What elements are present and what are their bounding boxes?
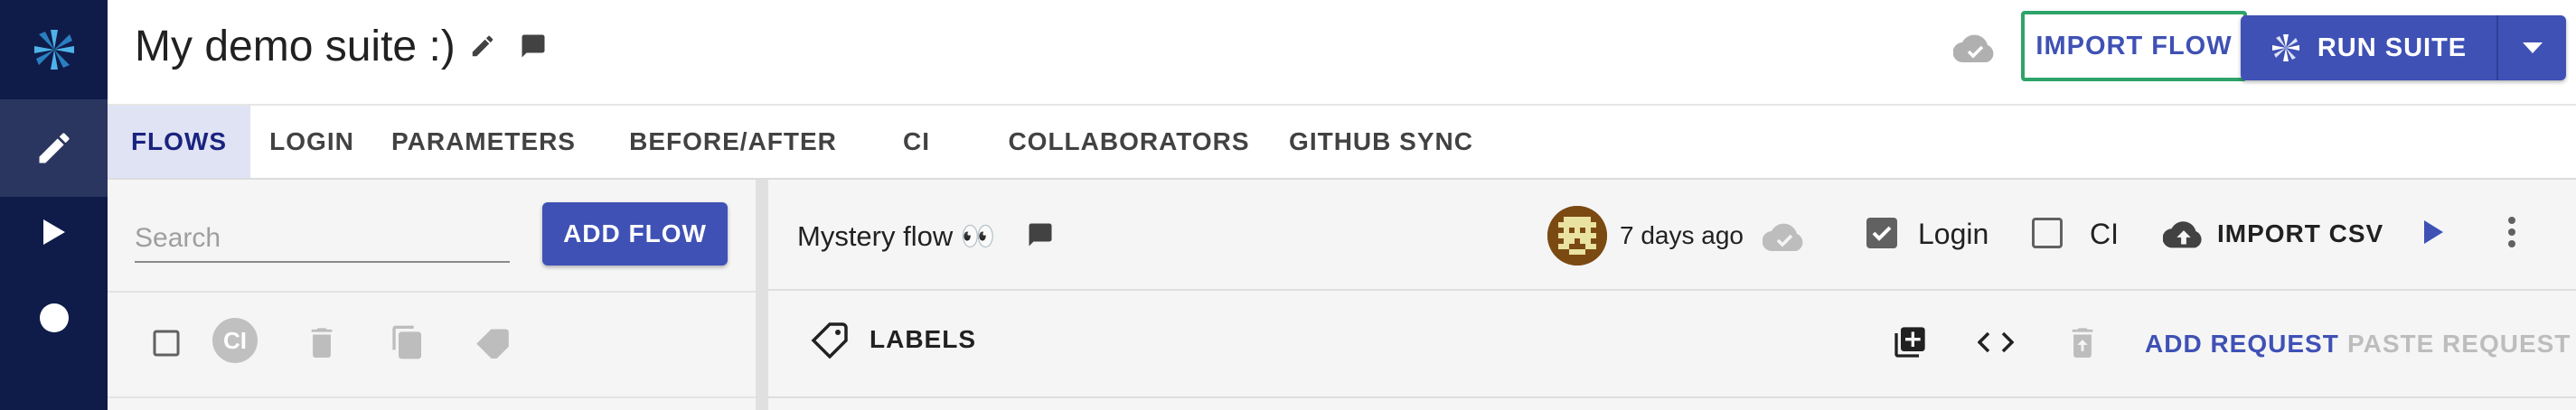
login-checkbox[interactable] (1866, 218, 1897, 248)
add-request-button[interactable]: ADD REQUEST (2145, 330, 2339, 359)
list-divider (108, 396, 760, 398)
requests-divider (768, 396, 2576, 398)
pinwheel-icon (2271, 34, 2299, 61)
add-box-icon[interactable] (1892, 324, 1928, 360)
label-outline-icon (811, 322, 848, 359)
cloud-synced-icon (1953, 33, 1997, 63)
labels-label: LABELS (870, 325, 976, 353)
tab-collaborators[interactable]: COLLABORATORS (993, 106, 1264, 178)
pencil-icon (39, 133, 70, 163)
flow-header-divider (768, 289, 2576, 291)
run-suite-label: RUN SUITE (2317, 33, 2468, 62)
cloud-upload-icon (2163, 221, 2202, 248)
toolbar-divider (108, 291, 760, 293)
play-icon (42, 219, 65, 245)
delete-request-icon[interactable] (2067, 324, 2098, 360)
sidebar-item-edit[interactable] (0, 99, 108, 197)
tab-before-after[interactable]: BEFORE/AFTER (621, 106, 845, 178)
checkmark-icon (1872, 226, 1892, 241)
app-sidebar (0, 0, 108, 410)
record-icon (39, 303, 69, 332)
last-updated-text: 7 days ago (1620, 221, 1744, 249)
search-field[interactable] (135, 216, 510, 263)
pinwheel-logo-icon[interactable] (0, 0, 108, 99)
tab-ci[interactable]: CI (876, 106, 957, 178)
duplicate-icon[interactable] (390, 324, 426, 360)
code-icon[interactable] (1978, 331, 2014, 353)
chevron-down-icon (2522, 42, 2543, 53)
ci-checkbox[interactable] (2032, 218, 2063, 248)
ci-checkbox-label[interactable]: CI (2090, 218, 2119, 251)
login-checkbox-label[interactable]: Login (1918, 218, 1988, 251)
tab-login[interactable]: LOGIN (250, 106, 373, 178)
labels-button[interactable]: LABELS (810, 321, 976, 359)
more-options-icon[interactable] (2507, 216, 2516, 248)
sidebar-item-run[interactable] (0, 197, 108, 267)
suite-title: My demo suite :) (135, 23, 456, 70)
ci-filter-badge[interactable]: CI (212, 318, 258, 363)
run-suite-main[interactable]: RUN SUITE (2241, 15, 2496, 80)
search-input[interactable] (135, 216, 510, 261)
select-all-checkbox[interactable] (153, 330, 180, 357)
comment-icon[interactable] (520, 33, 547, 60)
paste-request-button[interactable]: PASTE REQUEST (2347, 330, 2571, 359)
import-csv-button[interactable]: IMPORT CSV (2163, 207, 2383, 261)
panel-resize-handle[interactable] (756, 180, 768, 410)
suite-header: My demo suite :) IMPORT FLOW RUN SUITE (108, 0, 2576, 106)
flow-detail-panel: Mystery flow 👀 7 days ago Login CI IMPOR… (768, 180, 2576, 410)
flow-title: Mystery flow 👀 (797, 220, 996, 252)
edit-title-icon[interactable] (469, 33, 496, 60)
avatar[interactable] (1547, 206, 1607, 266)
run-flow-play-icon[interactable] (2422, 219, 2444, 245)
add-flow-button[interactable]: ADD FLOW (542, 202, 728, 266)
tab-parameters[interactable]: PARAMETERS (384, 106, 583, 178)
flows-list-panel: ADD FLOW CI (108, 180, 760, 410)
tab-flows[interactable]: FLOWS (108, 106, 250, 178)
run-suite-button[interactable]: RUN SUITE (2241, 15, 2566, 80)
tab-github-sync[interactable]: GITHUB SYNC (1268, 106, 1494, 178)
sidebar-item-record[interactable] (0, 267, 108, 368)
cloud-synced-icon (1763, 221, 1806, 252)
flow-comment-icon[interactable] (1027, 221, 1054, 248)
run-suite-dropdown[interactable] (2498, 15, 2566, 80)
delete-icon[interactable] (306, 324, 337, 360)
import-flow-button[interactable]: IMPORT FLOW (2021, 11, 2247, 81)
import-csv-label: IMPORT CSV (2217, 219, 2384, 247)
suite-tabs: FLOWS LOGIN PARAMETERS BEFORE/AFTER CI C… (108, 106, 2576, 180)
label-icon[interactable] (474, 326, 512, 359)
